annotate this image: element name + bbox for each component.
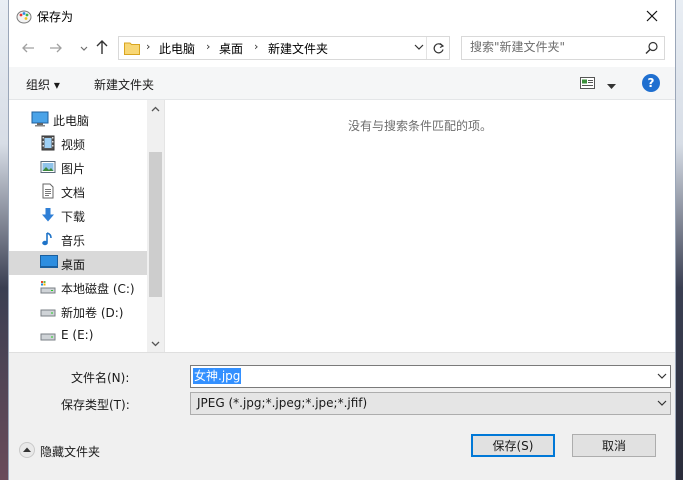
search-input[interactable]	[462, 37, 648, 57]
chevron-down-icon	[657, 373, 667, 379]
filename-combobox[interactable]: 女神.jpg	[190, 365, 671, 388]
filetype-value: JPEG (*.jpg;*.jpeg;*.jpe;*.jfif)	[197, 396, 368, 410]
nav-item-label: 文档	[61, 186, 86, 200]
nav-item-label: 视频	[61, 138, 86, 152]
nav-item-drive-e[interactable]: E (E:)	[9, 323, 147, 347]
nav-item-desktop[interactable]: 桌面	[9, 251, 147, 275]
nav-item-new-volume-d[interactable]: 新加卷 (D:)	[9, 299, 147, 323]
desktop-background-right	[675, 0, 683, 480]
desktop-background-left	[0, 0, 9, 480]
breadcrumb-separator: ›	[254, 40, 259, 53]
search-box[interactable]	[461, 36, 665, 60]
change-view-button[interactable]	[580, 77, 595, 92]
scroll-down-button[interactable]	[147, 335, 164, 352]
drive-icon	[40, 303, 56, 319]
arrow-up-icon	[96, 40, 108, 54]
refresh-icon	[433, 42, 444, 53]
drive-icon	[40, 327, 56, 343]
nav-item-local-disk-c[interactable]: 本地磁盘 (C:)	[9, 275, 147, 299]
download-icon	[40, 207, 56, 223]
hide-folders-label: 隐藏文件夹	[40, 445, 101, 459]
nav-item-label: 本地磁盘 (C:)	[61, 282, 135, 296]
caret-down-icon	[607, 84, 616, 89]
filename-history-button[interactable]	[657, 370, 667, 384]
refresh-button[interactable]	[426, 37, 449, 59]
nav-item-label: 图片	[61, 162, 86, 176]
chevron-down-icon	[151, 341, 160, 346]
cancel-button[interactable]: 取消	[572, 434, 656, 457]
system-drive-icon	[40, 279, 56, 295]
save-button[interactable]: 保存(S)	[471, 434, 555, 457]
breadcrumb-separator: ›	[146, 40, 151, 53]
nav-item-music[interactable]: 音乐	[9, 227, 147, 251]
save-options-area: 文件名(N): 女神.jpg 保存类型(T): JPEG (*.jpg;*.jp…	[9, 352, 675, 480]
chevron-up-circle-icon	[19, 442, 35, 458]
nav-item-label: 下载	[61, 210, 86, 224]
nav-item-label: 新加卷 (D:)	[61, 306, 124, 320]
save-as-dialog: 保存为 › 此电脑 › 桌面 › 新建文件夹 搜索"新建文件夹" 组织 ▾ 新建…	[9, 0, 675, 480]
empty-folder-message: 没有与搜索条件匹配的项。	[347, 119, 492, 133]
back-button[interactable]	[19, 39, 37, 57]
nav-item-this-pc[interactable]: 此电脑	[9, 107, 147, 131]
close-button[interactable]	[629, 0, 675, 31]
desktop-icon	[40, 255, 58, 271]
video-icon	[40, 135, 56, 151]
filetype-select[interactable]: JPEG (*.jpg;*.jpeg;*.jpe;*.jfif)	[190, 392, 671, 415]
nav-item-label: 此电脑	[53, 114, 90, 128]
address-history-button[interactable]	[413, 40, 425, 57]
chevron-down-icon	[657, 400, 667, 406]
chevron-up-icon	[151, 106, 160, 111]
nav-item-label: 音乐	[61, 234, 86, 248]
close-icon	[646, 10, 658, 21]
breadcrumb-new-folder[interactable]: 新建文件夹	[268, 40, 328, 57]
scrollbar-thumb[interactable]	[149, 152, 162, 297]
nav-item-label: E (E:)	[61, 328, 94, 342]
filetype-dropdown-button[interactable]	[657, 397, 667, 411]
pictures-icon	[40, 159, 56, 175]
new-folder-button[interactable]: 新建文件夹	[94, 76, 154, 93]
chevron-down-icon	[80, 46, 88, 51]
filename-label: 文件名(N):	[71, 371, 130, 385]
nav-item-documents[interactable]: 文档	[9, 179, 147, 203]
organize-menu[interactable]: 组织 ▾	[26, 76, 60, 93]
search-icon[interactable]	[645, 41, 659, 58]
forward-button[interactable]	[47, 39, 65, 57]
view-icon	[580, 77, 595, 89]
command-bar: 组织 ▾ 新建文件夹 ?	[9, 67, 675, 100]
filename-field[interactable]: 女神.jpg	[193, 368, 242, 384]
nav-item-downloads[interactable]: 下载	[9, 203, 147, 227]
help-button[interactable]: ?	[642, 74, 660, 92]
nav-pane-scrollbar[interactable]	[147, 100, 164, 352]
address-bar[interactable]: › 此电脑 › 桌面 › 新建文件夹	[118, 36, 450, 60]
breadcrumb-separator: ›	[206, 40, 211, 53]
up-button[interactable]	[93, 38, 111, 56]
document-icon	[40, 183, 56, 199]
recent-locations-button[interactable]	[75, 39, 93, 57]
scroll-up-button[interactable]	[147, 100, 164, 117]
navigation-pane: 此电脑 视频 图片 文档 下载 音乐 桌面 本地磁盘 (C:) 新加卷 (D:)…	[9, 100, 164, 352]
dialog-title: 保存为	[37, 10, 74, 24]
music-icon	[40, 231, 56, 247]
chevron-down-icon	[414, 44, 424, 50]
folder-icon	[124, 41, 140, 58]
breadcrumb-this-pc[interactable]: 此电脑	[159, 40, 195, 57]
nav-item-videos[interactable]: 视频	[9, 131, 147, 155]
view-options-dropdown[interactable]	[607, 79, 616, 93]
file-list-pane[interactable]: 没有与搜索条件匹配的项。	[165, 100, 675, 352]
filetype-label: 保存类型(T):	[61, 398, 130, 412]
paint-app-icon	[16, 8, 32, 24]
computer-icon	[31, 111, 49, 127]
nav-item-label: 桌面	[61, 258, 86, 272]
nav-item-pictures[interactable]: 图片	[9, 155, 147, 179]
title-bar: 保存为	[9, 0, 675, 31]
arrow-left-icon	[22, 43, 34, 53]
arrow-right-icon	[50, 43, 62, 53]
breadcrumb-desktop[interactable]: 桌面	[219, 40, 243, 57]
